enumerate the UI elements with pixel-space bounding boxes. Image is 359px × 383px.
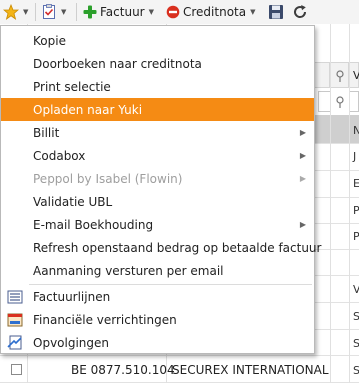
menu-item-label: Doorboeken naar creditnota bbox=[33, 56, 202, 71]
menu-item-label: Aanmaning versturen per email bbox=[33, 263, 224, 278]
grid-header-cell-v[interactable]: V bbox=[349, 62, 359, 88]
grid-cell: S bbox=[353, 364, 359, 377]
chevron-down-icon: ▼ bbox=[23, 8, 29, 16]
menu-item-doorboeken[interactable]: Doorboeken naar creditnota bbox=[1, 52, 314, 75]
grid-filter-input[interactable] bbox=[349, 91, 359, 112]
chevron-down-icon: ▼ bbox=[61, 8, 67, 16]
pin-icon bbox=[336, 70, 344, 82]
customer-name-cell: SECUREX INTERNATIONAL bbox=[172, 363, 329, 377]
followup-icon bbox=[7, 335, 22, 349]
menu-item-label: E-mail Boekhouding bbox=[33, 217, 154, 232]
menu-item-label: Opvolgingen bbox=[33, 335, 110, 350]
grid-cell: S bbox=[353, 310, 359, 323]
star-icon bbox=[3, 4, 19, 20]
grid-cell: P bbox=[353, 230, 359, 243]
chevron-down-icon: ▼ bbox=[250, 8, 256, 16]
save-button[interactable] bbox=[268, 0, 284, 24]
delete-icon bbox=[166, 5, 180, 19]
menu-item-refresh-openstaand[interactable]: Refresh openstaand bedrag op betaalde fa… bbox=[1, 236, 321, 259]
menu-item-label: Kopie bbox=[33, 33, 66, 48]
menu-item-aanmaning[interactable]: Aanmaning versturen per email bbox=[1, 259, 314, 282]
floppy-disk-icon bbox=[269, 5, 283, 19]
chevron-down-icon: ▼ bbox=[148, 8, 154, 16]
toolbar-separator bbox=[35, 3, 36, 21]
menu-item-codabox[interactable]: Codabox ▶ bbox=[1, 144, 314, 167]
grid-column-divider bbox=[349, 24, 350, 383]
favorites-button[interactable]: ▼ bbox=[3, 0, 28, 24]
menu-item-label: Opladen naar Yuki bbox=[33, 102, 143, 117]
vat-number-cell: BE 0877.510.104 bbox=[71, 363, 175, 377]
submenu-arrow-icon: ▶ bbox=[299, 128, 306, 137]
menu-item-label: Refresh openstaand bedrag op betaalde fa… bbox=[33, 240, 322, 255]
checklist-icon bbox=[43, 4, 55, 19]
menu-item-factuurlijnen[interactable]: Factuurlijnen bbox=[1, 285, 314, 308]
pin-icon bbox=[336, 96, 344, 108]
submenu-arrow-icon: ▶ bbox=[299, 220, 306, 229]
checklist-button[interactable]: ▼ bbox=[41, 0, 66, 24]
grid-cell: V bbox=[353, 283, 359, 296]
grid-cell: N bbox=[353, 124, 359, 137]
submenu-arrow-icon: ▶ bbox=[299, 151, 306, 160]
submenu-arrow-icon: ▶ bbox=[299, 174, 306, 183]
menu-item-email-boekhouding[interactable]: E-mail Boekhouding ▶ bbox=[1, 213, 314, 236]
add-icon bbox=[83, 5, 97, 19]
menu-item-label: Peppol by Isabel (Flowin) bbox=[33, 171, 183, 186]
factuur-label: Factuur bbox=[100, 5, 145, 19]
grid-cell: E bbox=[353, 177, 359, 190]
menu-item-billit[interactable]: Billit ▶ bbox=[1, 121, 314, 144]
creditnota-button[interactable]: Creditnota ▼ bbox=[166, 0, 255, 24]
toolbar-separator bbox=[76, 3, 77, 21]
menu-item-label: Billit bbox=[33, 125, 60, 140]
menu-item-peppol: Peppol by Isabel (Flowin) ▶ bbox=[1, 167, 314, 190]
refresh-button[interactable] bbox=[292, 0, 308, 24]
menu-item-financiele-verrichtingen[interactable]: Financiële verrichtingen bbox=[1, 308, 314, 331]
list-icon bbox=[7, 290, 23, 303]
grid-header-label: V bbox=[353, 69, 359, 82]
menu-item-validatie-ubl[interactable]: Validatie UBL bbox=[1, 190, 314, 213]
grid-cell: S bbox=[353, 337, 359, 350]
grid-column-divider bbox=[330, 24, 331, 383]
grid-header-filter-cell bbox=[330, 62, 349, 88]
row-checkbox[interactable] bbox=[11, 364, 22, 375]
menu-item-kopie[interactable]: Kopie bbox=[1, 29, 314, 52]
menu-item-label: Financiële verrichtingen bbox=[33, 312, 177, 327]
menu-item-label: Factuurlijnen bbox=[33, 289, 111, 304]
menu-item-opvolgingen[interactable]: Opvolgingen bbox=[1, 331, 314, 354]
factuur-button[interactable]: Factuur ▼ bbox=[83, 0, 154, 24]
actions-dropdown-menu: Kopie Doorboeken naar creditnota Print s… bbox=[0, 25, 321, 354]
creditnota-label: Creditnota bbox=[183, 5, 247, 19]
refresh-icon bbox=[294, 5, 307, 18]
menu-item-label: Validatie UBL bbox=[33, 194, 113, 209]
grid-cell: J bbox=[353, 150, 357, 163]
menu-item-label: Print selectie bbox=[33, 79, 111, 94]
toolbar: ▼ ▼ Factuur ▼ Creditnota ▼ bbox=[0, 0, 359, 25]
grid-cell: P bbox=[353, 204, 359, 217]
menu-item-opladen-yuki[interactable]: Opladen naar Yuki bbox=[1, 98, 314, 121]
menu-item-label: Codabox bbox=[33, 148, 86, 163]
ledger-icon bbox=[7, 313, 23, 326]
menu-item-print-selectie[interactable]: Print selectie bbox=[1, 75, 314, 98]
